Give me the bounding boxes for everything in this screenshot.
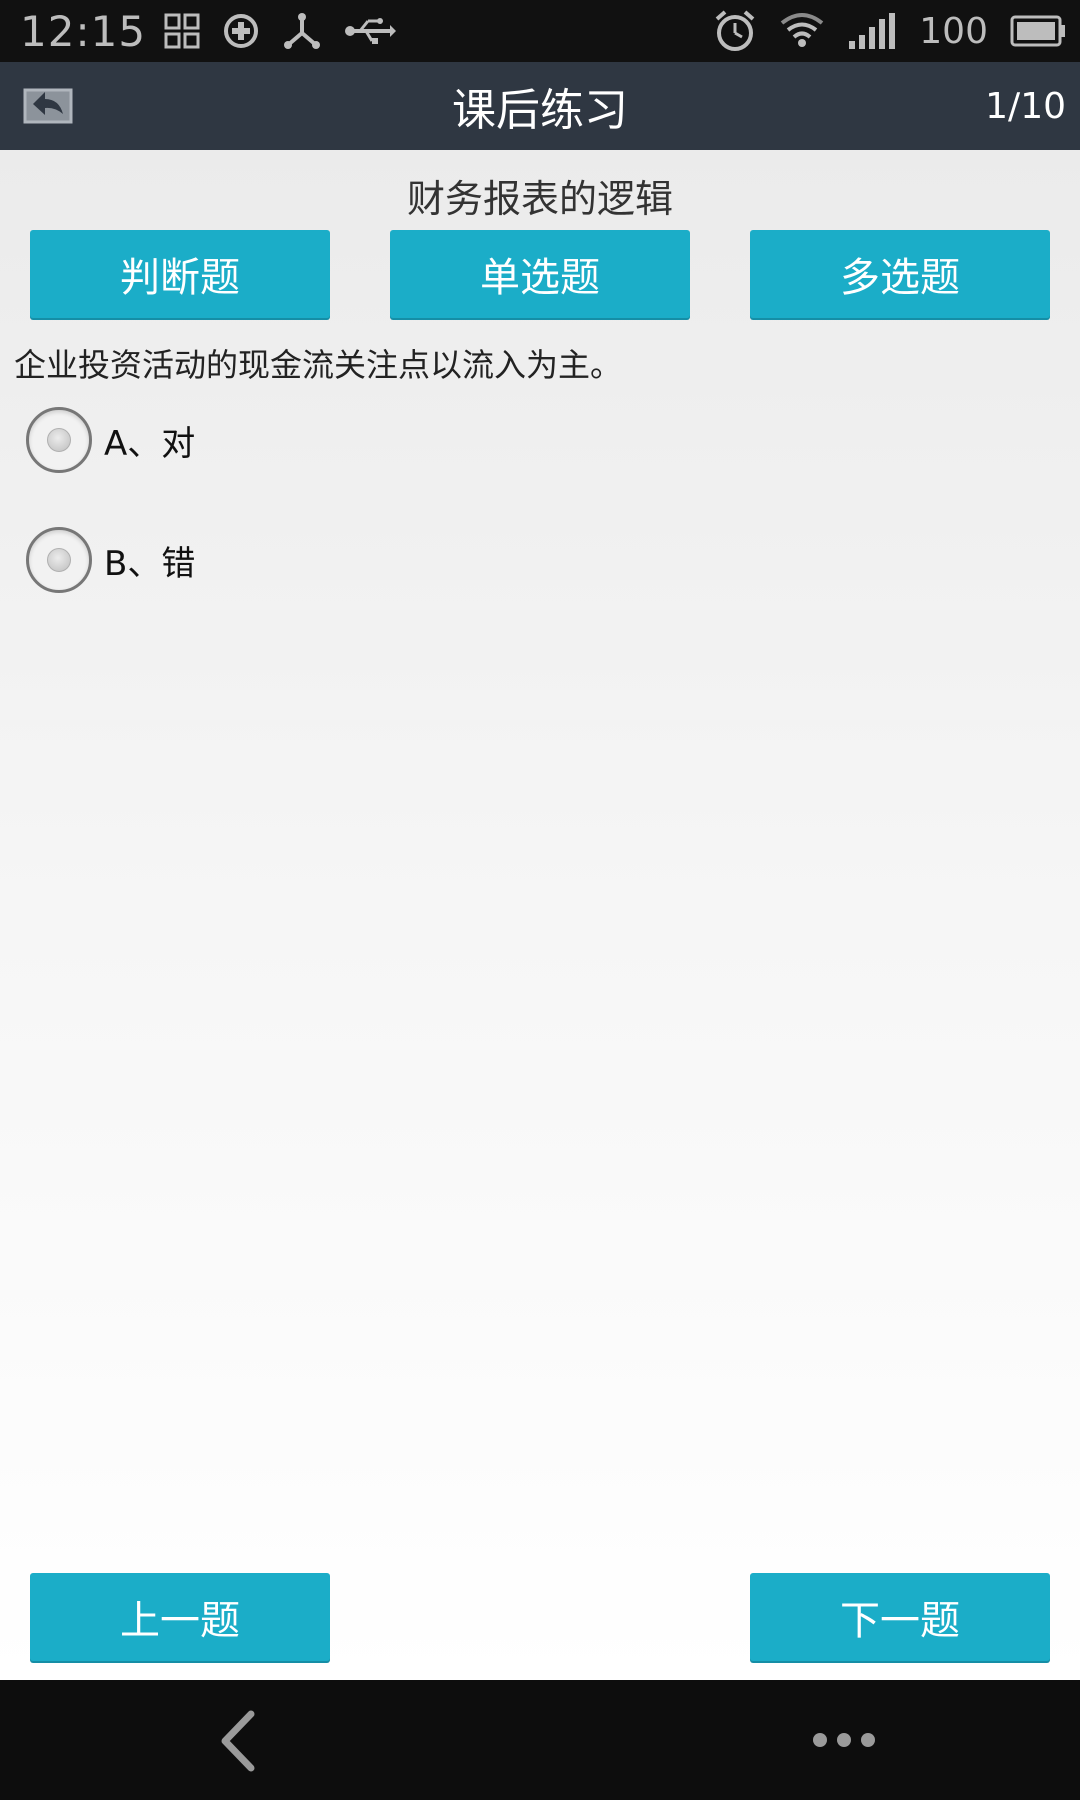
battery-percent: 100	[919, 10, 988, 52]
tab-true-false[interactable]: 判断题	[30, 230, 330, 318]
back-button[interactable]	[18, 80, 76, 130]
radio-button-a[interactable]	[26, 407, 92, 473]
radio-dot	[47, 428, 71, 452]
page-title: 课后练习	[452, 85, 628, 136]
main-content: 财务报表的逻辑 判断题 单选题 多选题 企业投资活动的现金流关注点以流入为主。 …	[0, 150, 1080, 1680]
question-progress: 1/10	[985, 85, 1066, 127]
grid-icon	[164, 13, 200, 49]
radio-dot	[47, 548, 71, 572]
question-text: 企业投资活动的现金流关注点以流入为主。	[14, 346, 623, 384]
prev-question-button[interactable]: 上一题	[30, 1573, 330, 1661]
tab-single-choice[interactable]: 单选题	[390, 230, 690, 318]
status-time: 12:15	[20, 6, 147, 56]
battery-icon	[1010, 14, 1066, 48]
status-right-icons: 100	[713, 0, 1066, 62]
status-left-icons	[164, 11, 397, 51]
system-menu-icon[interactable]	[812, 1730, 876, 1750]
tab-multiple-choice[interactable]: 多选题	[750, 230, 1050, 318]
alarm-icon	[713, 9, 757, 53]
option-b[interactable]: B、错	[26, 525, 195, 595]
signal-icon	[847, 11, 897, 51]
next-question-button[interactable]: 下一题	[750, 1573, 1050, 1661]
option-a-label: A、对	[104, 423, 196, 464]
option-b-label: B、错	[104, 543, 196, 584]
wifi-icon	[779, 11, 825, 51]
system-back-icon[interactable]	[215, 1710, 265, 1772]
option-a[interactable]: A、对	[26, 405, 195, 475]
sync-icon	[222, 12, 260, 50]
subject-title: 财务报表的逻辑	[406, 177, 673, 221]
system-nav-bar	[0, 1680, 1080, 1800]
title-bar: 课后练习 1/10	[0, 62, 1080, 150]
share-icon	[282, 11, 322, 51]
radio-button-b[interactable]	[26, 527, 92, 593]
back-icon	[19, 80, 75, 130]
usb-icon	[344, 13, 397, 49]
status-bar: 12:15 100	[0, 0, 1080, 62]
